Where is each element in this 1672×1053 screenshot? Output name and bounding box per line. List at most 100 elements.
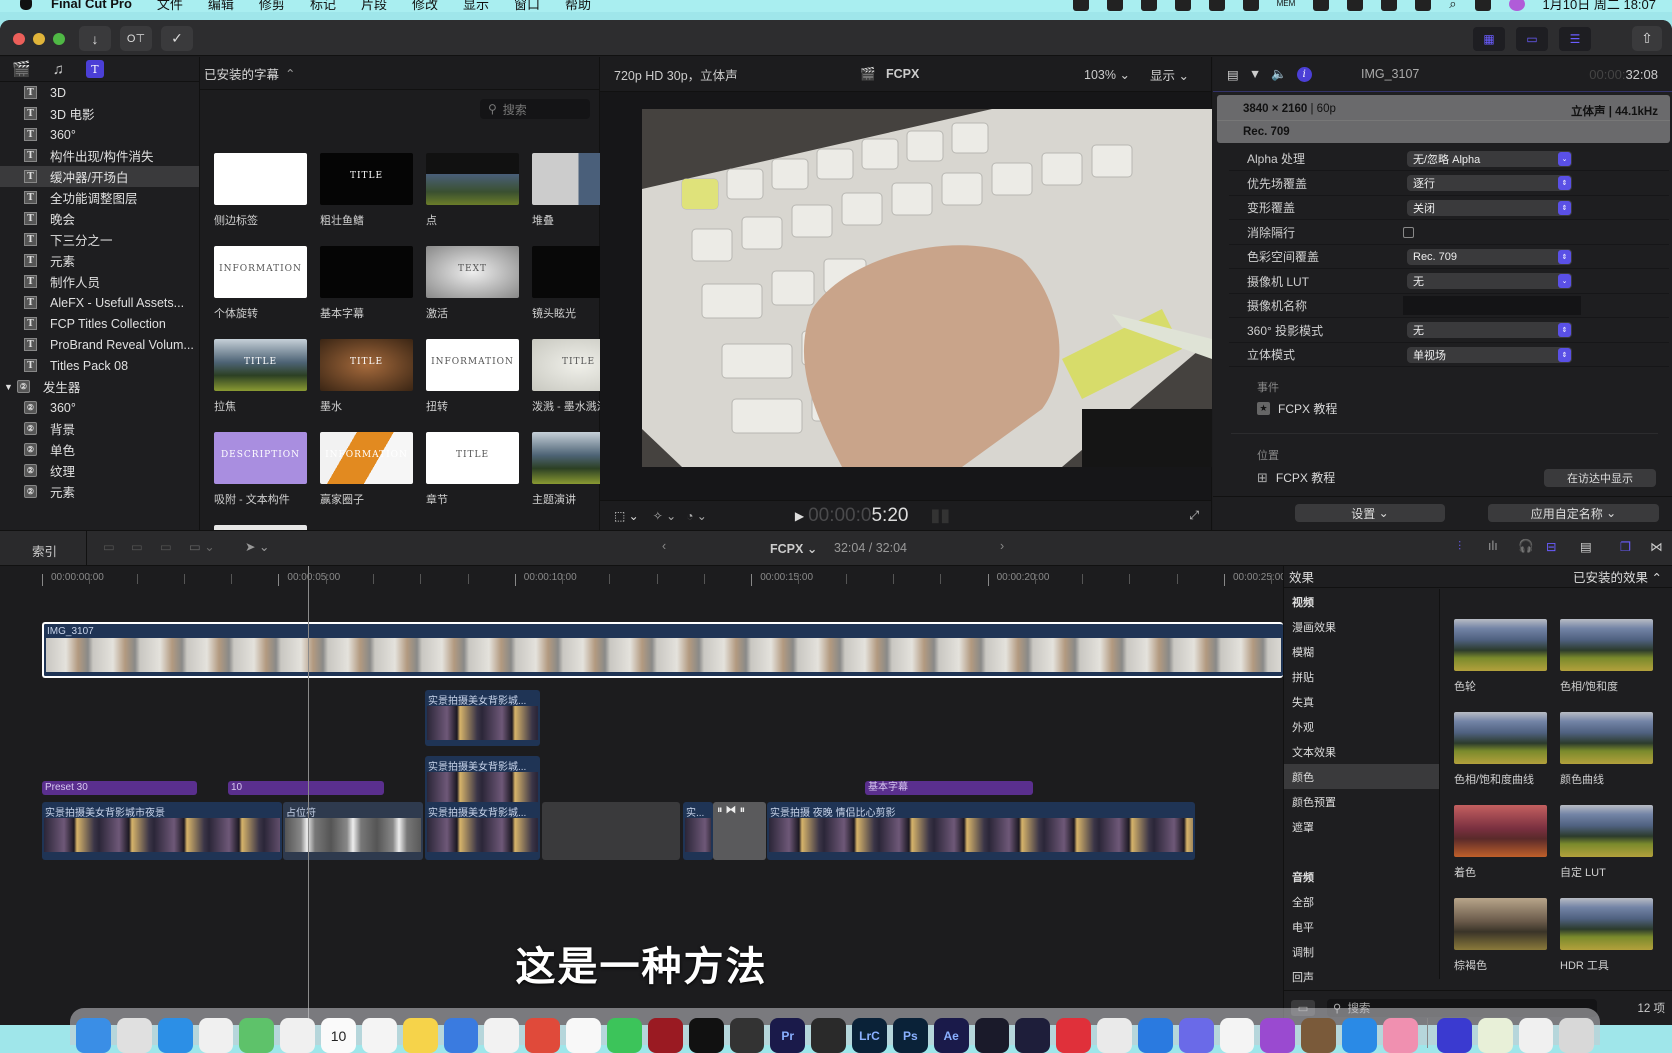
- installed-effects-menu[interactable]: 已安装的效果 ⌃: [1573, 567, 1662, 586]
- keywords-button[interactable]: O⊤: [120, 26, 152, 51]
- retime-speed-icon[interactable]: ◔ ⌄: [686, 509, 707, 523]
- disclosure-triangle-icon[interactable]: ▼: [4, 382, 13, 392]
- dock-downie-icon[interactable]: [1260, 1018, 1296, 1053]
- timeline-toggle-button[interactable]: ▭: [1516, 27, 1548, 51]
- menu-modify[interactable]: 修改: [412, 0, 438, 12]
- effect-item[interactable]: 自定 LUT: [1560, 805, 1653, 880]
- enhance-magic-wand-icon[interactable]: ✧ ⌄: [653, 509, 676, 523]
- browser-toggle-button[interactable]: ▦: [1473, 27, 1505, 51]
- title-thumbnail[interactable]: TITLE 拉焦: [214, 339, 308, 414]
- menu-file[interactable]: 文件: [157, 0, 183, 12]
- sidebar-item[interactable]: ② 元素: [0, 481, 199, 502]
- clip-appearance-icon[interactable]: ▤: [1580, 539, 1592, 554]
- audio-inspector-tab-icon[interactable]: 🔈: [1271, 67, 1287, 82]
- inspector-dropdown[interactable]: 关闭 ⇕: [1407, 199, 1572, 216]
- effects-category[interactable]: 音频: [1284, 864, 1439, 889]
- display-menu[interactable]: 显示 ⌄: [1150, 65, 1189, 84]
- calendar-status-icon[interactable]: [1381, 0, 1398, 11]
- snapping-icon[interactable]: ⊟: [1546, 539, 1556, 554]
- effects-category[interactable]: 视频: [1284, 589, 1439, 614]
- clock[interactable]: 1月10日 周二 18:07: [1543, 0, 1656, 12]
- dock-cleanmymac-icon[interactable]: [1383, 1018, 1418, 1053]
- dock-maps-icon[interactable]: [239, 1018, 275, 1053]
- menu-help[interactable]: 帮助: [565, 0, 591, 12]
- storyline-clip[interactable]: 实景拍摄美女背影城市夜景: [42, 802, 282, 860]
- title-thumbnail[interactable]: INFORMATION 扭转: [426, 339, 520, 414]
- sidebar-item[interactable]: ② 单色: [0, 439, 199, 460]
- effects-category[interactable]: 调制: [1284, 939, 1439, 964]
- effect-item[interactable]: 色相/饱和度: [1560, 619, 1653, 694]
- sidebar-item[interactable]: ② 360°: [0, 397, 199, 418]
- sidebar-item[interactable]: T ProBrand Reveal Volum...: [0, 334, 199, 355]
- menu-app-name[interactable]: Final Cut Pro: [51, 0, 132, 11]
- forward-arrow-icon[interactable]: ›: [1000, 539, 1004, 553]
- minimize-window-button[interactable]: [33, 33, 45, 45]
- dock-ps-icon[interactable]: Ps: [892, 1018, 928, 1053]
- sidebar-item[interactable]: T 晚会: [0, 208, 199, 229]
- menu-clip[interactable]: 片段: [361, 0, 387, 12]
- wps-icon[interactable]: [1106, 0, 1123, 11]
- dock-screen1-icon[interactable]: [1477, 1018, 1513, 1053]
- sidebar-item[interactable]: T 制作人员: [0, 271, 199, 292]
- search-input[interactable]: ⚲ 搜索: [480, 99, 590, 119]
- effects-category[interactable]: 回声: [1284, 964, 1439, 989]
- inspector-dropdown[interactable]: 无 ⇕: [1407, 322, 1572, 338]
- sidebar-item[interactable]: T 构件出现/构件消失: [0, 145, 199, 166]
- effects-browser-icon[interactable]: ❐: [1620, 539, 1631, 554]
- dock-capcut-icon[interactable]: [688, 1018, 724, 1053]
- dock-calendar-icon[interactable]: 10: [321, 1018, 356, 1053]
- insert-clip-icon[interactable]: ▭: [131, 539, 143, 554]
- effect-item[interactable]: 色轮: [1454, 619, 1547, 694]
- search-icon[interactable]: ⌕: [1449, 0, 1456, 12]
- primary-clip[interactable]: IMG_3107: [42, 622, 1283, 678]
- dock-netease-icon[interactable]: [1056, 1018, 1092, 1053]
- sidebar-item[interactable]: T 全功能调整图层: [0, 187, 199, 208]
- title-thumbnail[interactable]: INFORMATION 个体旋转: [214, 246, 308, 321]
- effect-item[interactable]: 颜色曲线: [1560, 712, 1653, 787]
- transform-tool-icon[interactable]: ⬚ ⌄: [614, 509, 639, 523]
- effects-category[interactable]: 模糊: [1284, 639, 1439, 664]
- title-thumbnail[interactable]: TITLE 墨水: [320, 339, 414, 414]
- info-inspector-tab-icon[interactable]: i: [1296, 66, 1312, 82]
- titles-generators-tab-icon[interactable]: T: [85, 60, 104, 78]
- title-clip[interactable]: 10: [228, 781, 384, 795]
- dock-qq-icon[interactable]: [566, 1018, 601, 1053]
- sidebar-item[interactable]: T 元素: [0, 250, 199, 271]
- dock-davinci-icon[interactable]: [811, 1018, 847, 1053]
- zoom-menu[interactable]: 103% ⌄: [1084, 67, 1130, 82]
- video-inspector-tab-icon[interactable]: ▤: [1227, 67, 1239, 82]
- dock-safari-icon[interactable]: [157, 1018, 193, 1053]
- menu-view[interactable]: 显示: [463, 0, 489, 12]
- transition[interactable]: ⏸ ⧓ ⏸: [713, 802, 766, 860]
- overwrite-clip-icon[interactable]: ▭ ⌄: [189, 539, 215, 554]
- dock-xmind-icon[interactable]: [525, 1018, 561, 1053]
- inspector-toggle-button[interactable]: ☰: [1559, 27, 1591, 51]
- sidebar-item[interactable]: T AleFX - Usefull Assets...: [0, 292, 199, 313]
- camera-name-field[interactable]: [1403, 296, 1581, 315]
- battery-icon[interactable]: [1208, 0, 1225, 11]
- title-thumbnail[interactable]: INFORMATION 赢家圈子: [320, 432, 414, 507]
- effects-category[interactable]: 漫画效果: [1284, 614, 1439, 639]
- settings-button[interactable]: 设置 ⌄: [1295, 504, 1445, 522]
- browser-header[interactable]: 已安装的字幕 ⌃: [200, 57, 599, 90]
- storyline-clip[interactable]: 实...: [683, 802, 713, 860]
- dock-screen2-icon[interactable]: [1518, 1018, 1554, 1053]
- effects-category[interactable]: 颜色预置: [1284, 789, 1439, 814]
- effect-item[interactable]: 色相/饱和度曲线: [1454, 712, 1547, 787]
- title-thumbnail[interactable]: DESCRIPTION 吸附 - 文本构件: [214, 432, 308, 507]
- sidebar-item[interactable]: T Titles Pack 08: [0, 355, 199, 376]
- dock-player-icon[interactable]: [974, 1018, 1010, 1053]
- sidebar-item[interactable]: T 下三分之一: [0, 229, 199, 250]
- index-button[interactable]: 索引: [32, 541, 57, 560]
- dock-obs-icon[interactable]: [1015, 1018, 1051, 1053]
- solo-headphones-icon[interactable]: 🎧: [1518, 539, 1534, 554]
- dock-wechat-icon[interactable]: [606, 1018, 642, 1053]
- dock-quark-icon[interactable]: [1178, 1018, 1214, 1053]
- sidebar-item[interactable]: T 缓冲器/开场白: [0, 166, 199, 187]
- audio-skimming-icon[interactable]: ılı: [1488, 539, 1498, 553]
- timeline[interactable]: 00:00:00:00 00:00:05:00 00:00:10:00 00:00:1…: [0, 566, 1415, 1025]
- connect-clip-icon[interactable]: ▭: [103, 539, 115, 554]
- deinterlace-checkbox[interactable]: [1403, 226, 1414, 238]
- photos-status-icon[interactable]: [1242, 0, 1259, 11]
- apple-icon[interactable]: [20, 0, 32, 10]
